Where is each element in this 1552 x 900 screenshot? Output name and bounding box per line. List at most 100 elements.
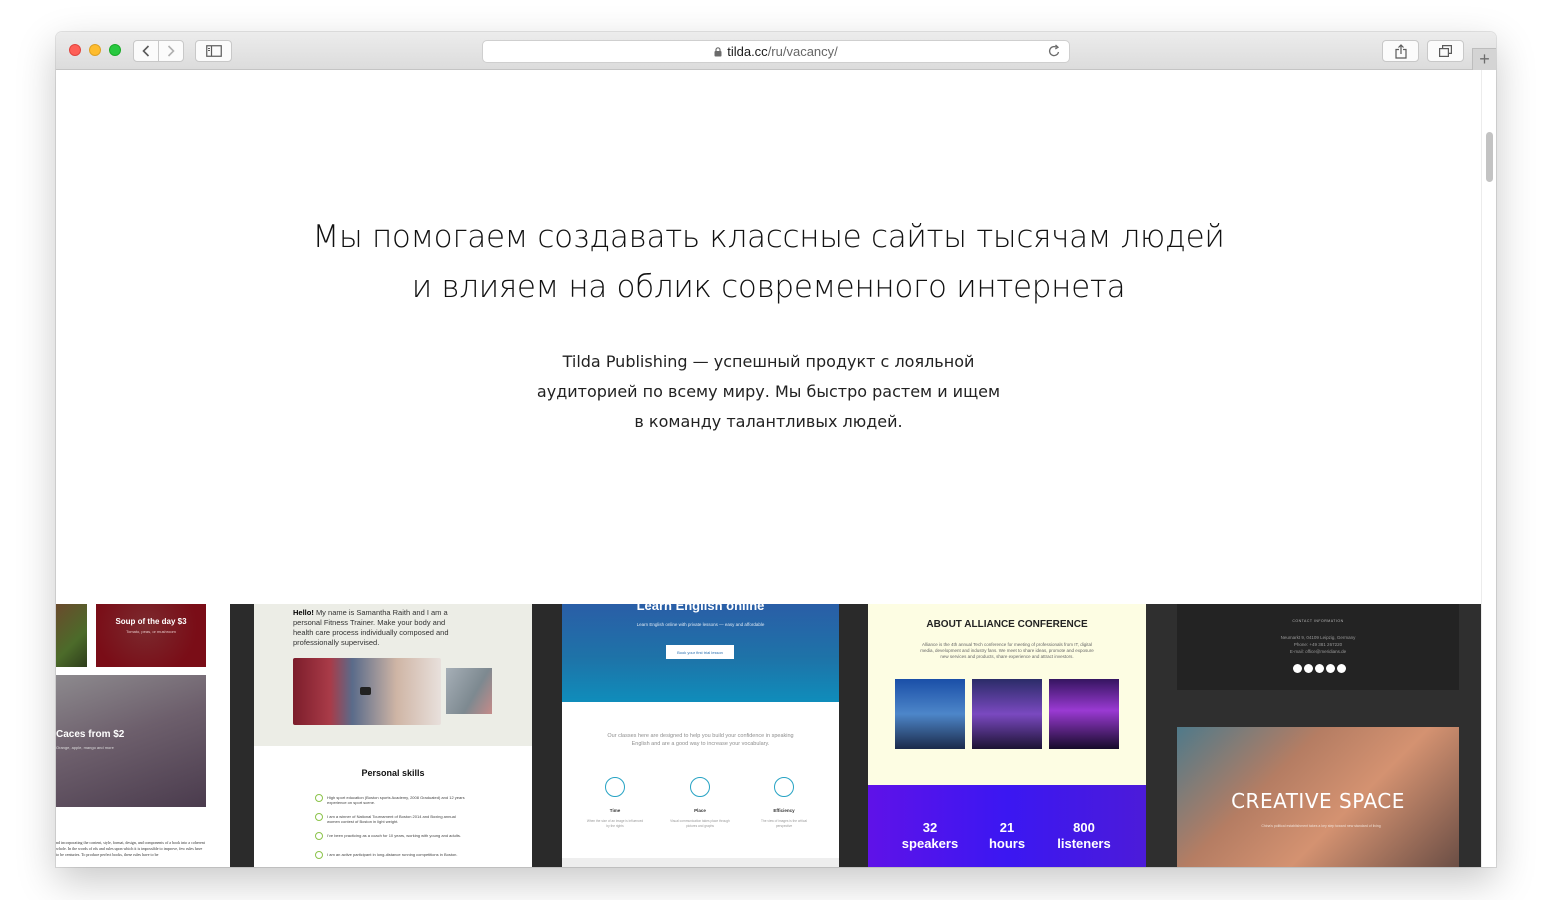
- back-icon: [142, 45, 150, 57]
- stat-number: 21: [999, 820, 1015, 835]
- check-icon: [315, 832, 323, 840]
- soup-title: Soup of the day $3: [115, 617, 187, 626]
- english-hero: Learn English online Learn English onlin…: [562, 604, 839, 702]
- browser-toolbar: tilda.cc/ru/vacancy/ +: [56, 32, 1496, 70]
- skill-item: I am an active participant in long-dista…: [315, 851, 467, 859]
- facebook-icon: [1292, 664, 1302, 673]
- english-subtitle: Learn English online with private lesson…: [636, 622, 765, 627]
- creative-banner: CREATIVE SPACE China's political establi…: [1177, 727, 1459, 867]
- fitness-intro-text: My name is Samantha Raith and I am a per…: [293, 608, 449, 647]
- zoom-window-button[interactable]: [109, 44, 121, 56]
- plus-icon: +: [1479, 49, 1490, 69]
- conference-stats: 32 speakers 21 hours 800 listeners: [868, 785, 1146, 867]
- headline-line: Мы помогаем создавать классные сайты тыс…: [312, 219, 1225, 255]
- description-line: аудиторией по всему миру. Мы быстро раст…: [536, 382, 1001, 401]
- stat-unit: listeners: [1057, 836, 1111, 851]
- youtube-icon: [1325, 664, 1335, 673]
- tabs-icon: [1439, 45, 1452, 57]
- site-examples-gallery: Soup of the day $3 Tomato, peas, or mush…: [56, 604, 1481, 867]
- feature-label: Time: [609, 808, 621, 813]
- page-viewport: Мы помогаем создавать классные сайты тыс…: [56, 70, 1496, 867]
- scrollbar-thumb[interactable]: [1486, 132, 1493, 182]
- headline-line: и влияем на облик современного интернета: [411, 269, 1126, 305]
- url-path: /ru/vacancy/: [767, 44, 838, 59]
- page-scrollbar[interactable]: [1481, 70, 1496, 867]
- share-icon: [1394, 43, 1407, 59]
- close-window-button[interactable]: [69, 44, 81, 56]
- macaron-subtitle: Orange, apple, mango and more: [56, 745, 114, 750]
- page-description: Tilda Publishing — успешный продукт с ло…: [56, 347, 1481, 437]
- example-fitness-site[interactable]: Hello! My name is Samantha Raith and I a…: [230, 604, 532, 867]
- lock-icon: [714, 46, 722, 57]
- fitness-photo: [446, 668, 492, 714]
- chart-icon: [774, 777, 794, 797]
- instagram-icon: [1336, 664, 1346, 673]
- feature-desc: When the size of an image is influenced …: [586, 819, 644, 828]
- place-icon: [690, 777, 710, 797]
- example-english-site[interactable]: Learn English online Learn English onlin…: [532, 604, 868, 867]
- back-button[interactable]: [133, 40, 159, 62]
- stadium-photo: [895, 679, 965, 749]
- forward-icon: [167, 45, 175, 57]
- food-photo: [56, 604, 87, 667]
- soup-card: Soup of the day $3 Tomato, peas, or mush…: [96, 604, 206, 667]
- skills-title: Personal skills: [361, 768, 425, 778]
- skill-item: I've been practicing as a coach for 10 y…: [315, 832, 467, 840]
- feature-label: Place: [694, 808, 706, 813]
- vimeo-icon: [1314, 664, 1324, 673]
- soup-subtitle: Tomato, peas, or mushroom: [126, 629, 176, 634]
- fitness-page: Hello! My name is Samantha Raith and I a…: [254, 604, 532, 867]
- stat-number: 800: [1073, 820, 1095, 835]
- fitness-hello: Hello!: [293, 608, 314, 617]
- fitness-video: [293, 658, 441, 725]
- english-footer: [562, 858, 839, 867]
- browser-window: tilda.cc/ru/vacancy/ + Мы помогаем созда…: [56, 32, 1496, 867]
- english-title: Learn English online: [636, 604, 765, 613]
- feature-desc: Visual communication takes place through…: [670, 819, 730, 828]
- sidebar-toggle-button[interactable]: [195, 40, 232, 62]
- check-icon: [315, 813, 323, 821]
- feature-desc: The view of images is the critical persp…: [761, 819, 807, 828]
- check-icon: [315, 794, 323, 802]
- description-line: Tilda Publishing — успешный продукт с ло…: [562, 352, 975, 371]
- stage-photo: [1049, 679, 1119, 749]
- check-icon: [315, 851, 323, 859]
- page-headline: Мы помогаем создавать классные сайты тыс…: [56, 212, 1481, 312]
- contact-phone: Phone: +49 381 267220: [1293, 642, 1343, 647]
- creative-title: CREATIVE SPACE: [1231, 789, 1405, 813]
- trial-lesson-button: Book your first trial lesson: [666, 645, 734, 659]
- conference-title: ABOUT ALLIANCE CONFERENCE: [926, 619, 1088, 630]
- skill-item: I am a winner of National Tournament of …: [315, 813, 467, 824]
- twitter-icon: [1303, 664, 1313, 673]
- stat-number: 32: [922, 820, 938, 835]
- english-page: Learn English online Learn English onlin…: [562, 604, 839, 867]
- skill-item: High sport education (Boston sports Acad…: [315, 794, 467, 805]
- description-line: в команду талантливых людей.: [634, 412, 903, 431]
- stat-unit: speakers: [901, 836, 959, 851]
- show-tabs-button[interactable]: [1427, 40, 1464, 62]
- contact-email: E-mail: office@meridians.de: [1289, 649, 1347, 654]
- social-icons: [1289, 664, 1349, 674]
- english-lead: Our classes here are designed to help yo…: [607, 733, 794, 747]
- reload-icon[interactable]: [1048, 44, 1061, 61]
- url-host: tilda.cc: [727, 44, 768, 59]
- macaron-title: Caces from $2: [56, 729, 125, 740]
- example-conference-site[interactable]: ABOUT ALLIANCE CONFERENCE Alliance is th…: [868, 604, 1146, 867]
- new-tab-button[interactable]: +: [1472, 48, 1496, 70]
- forward-button[interactable]: [158, 40, 184, 62]
- example-food-site[interactable]: Soup of the day $3 Tomato, peas, or mush…: [56, 604, 230, 867]
- contact-address: Neumarkt 9, 04109 Leipzig, Germany: [1280, 635, 1356, 640]
- creative-subtitle: China's political establishment takes a …: [1261, 824, 1381, 828]
- conference-desc: Alliance is the 4th annual Tech conferen…: [920, 642, 1094, 659]
- food-body-text: nd incorporating the content, style, for…: [56, 840, 205, 857]
- minimize-window-button[interactable]: [89, 44, 101, 56]
- sidebar-icon: [205, 45, 222, 57]
- fitness-intro: Hello! My name is Samantha Raith and I a…: [293, 608, 453, 648]
- address-bar[interactable]: tilda.cc/ru/vacancy/: [482, 40, 1070, 63]
- share-button[interactable]: [1382, 40, 1419, 62]
- clock-icon: [605, 777, 625, 797]
- fitness-intro-section: Hello! My name is Samantha Raith and I a…: [254, 604, 532, 746]
- macaron-card: Caces from $2 Orange, apple, mango and m…: [56, 675, 206, 807]
- contact-block: CONTACT INFORMATION Neumarkt 9, 04109 Le…: [1177, 604, 1459, 690]
- example-creative-site[interactable]: CONTACT INFORMATION Neumarkt 9, 04109 Le…: [1146, 604, 1481, 867]
